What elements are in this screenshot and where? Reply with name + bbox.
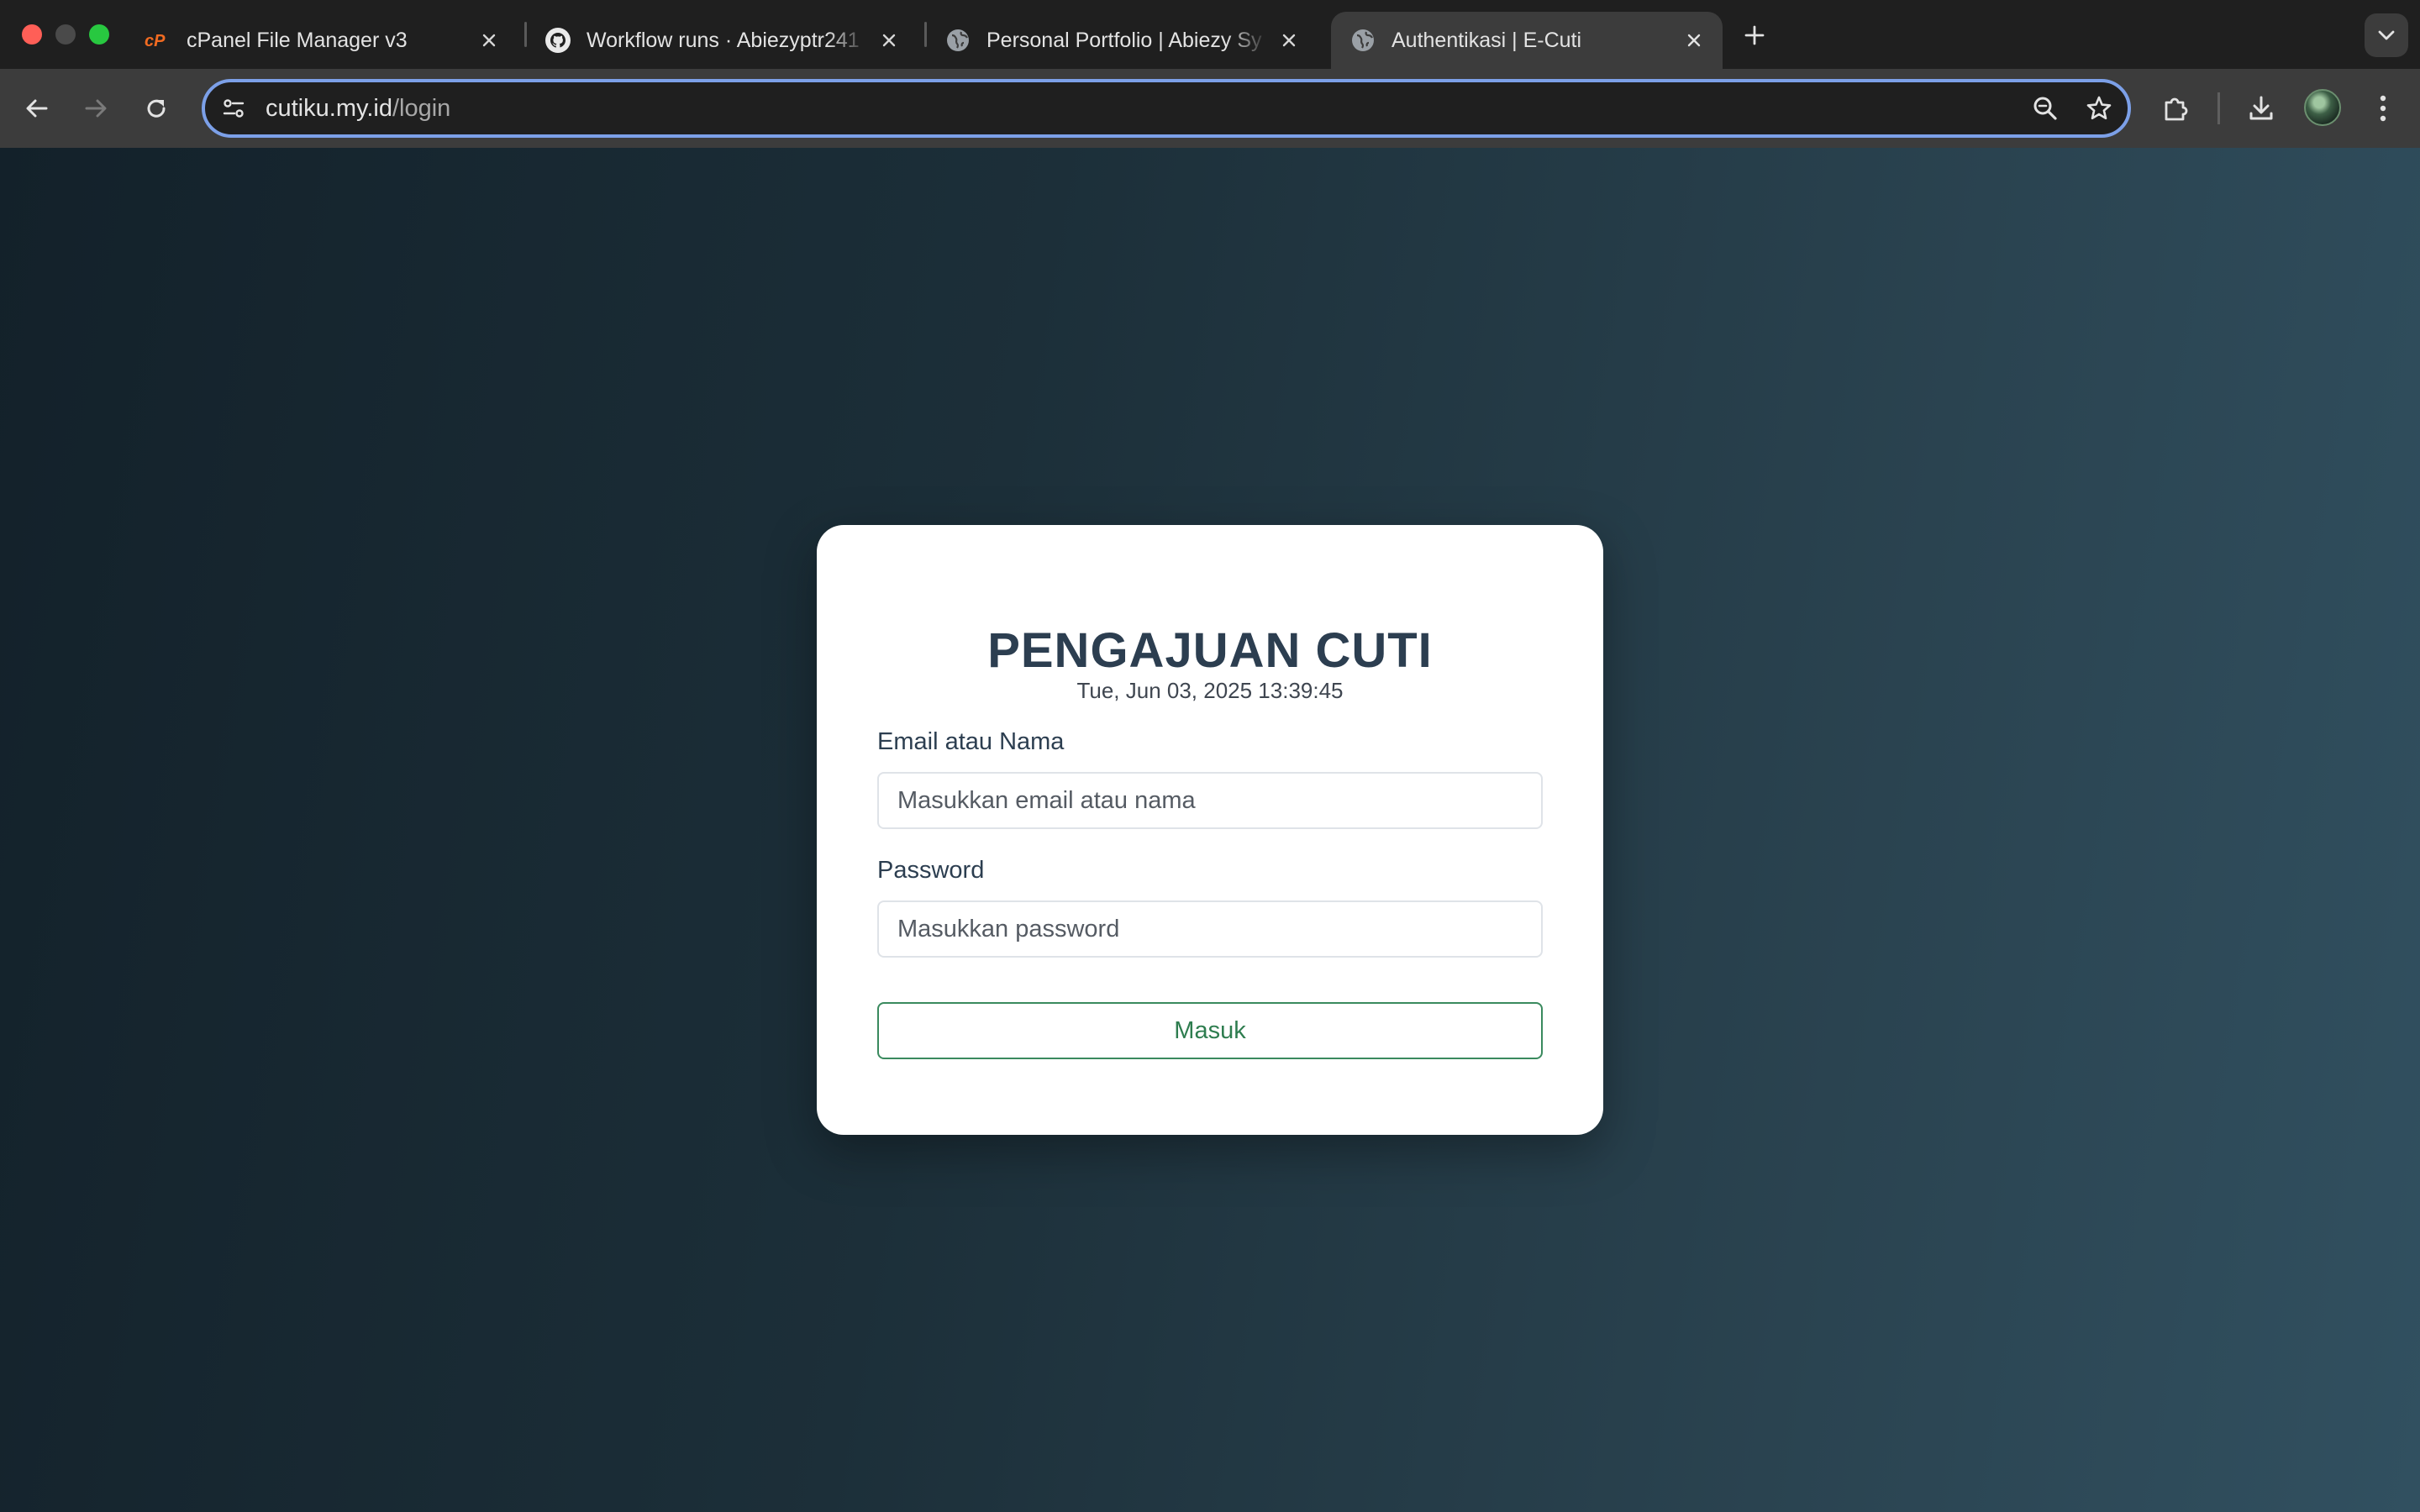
address-url: cutiku.my.id/login bbox=[266, 95, 450, 123]
reload-button[interactable] bbox=[133, 85, 180, 132]
arrow-left-icon bbox=[26, 99, 48, 118]
email-label: Email atau Nama bbox=[877, 728, 1065, 755]
github-icon bbox=[544, 27, 571, 54]
more-vertical-icon bbox=[2380, 95, 2386, 122]
browser-tab-ecuti[interactable]: Authentikasi | E-Cuti bbox=[1331, 12, 1723, 69]
bookmark-star-icon[interactable] bbox=[2081, 90, 2118, 127]
login-card: PENGAJUAN CUTI Tue, Jun 03, 2025 13:39:4… bbox=[817, 525, 1603, 1135]
zoom-icon[interactable] bbox=[2027, 90, 2064, 127]
plus-icon bbox=[1744, 25, 1765, 45]
password-input[interactable] bbox=[877, 900, 1543, 958]
page-title: PENGAJUAN CUTI bbox=[987, 623, 1433, 678]
browser-tab-github[interactable]: Workflow runs · Abiezyptr241 bbox=[526, 12, 918, 69]
browser-tab-portfolio[interactable]: Personal Portfolio | Abiezy Sy bbox=[926, 12, 1318, 69]
url-path: /login bbox=[392, 94, 451, 122]
site-info-icon[interactable] bbox=[217, 92, 250, 125]
tab-close-icon[interactable] bbox=[876, 27, 902, 54]
browser-menu-button[interactable] bbox=[2360, 85, 2407, 132]
tab-close-icon[interactable] bbox=[1276, 27, 1302, 54]
tab-search-button[interactable] bbox=[2365, 13, 2408, 57]
globe-icon bbox=[944, 27, 971, 54]
cpanel-icon: cP bbox=[145, 27, 171, 54]
tab-title: Personal Portfolio | Abiezy Sy bbox=[986, 28, 1262, 52]
arrow-right-icon bbox=[85, 99, 107, 118]
tab-title: Authentikasi | E-Cuti bbox=[1392, 28, 1582, 52]
browser-toolbar: cutiku.my.id/login bbox=[0, 69, 2420, 148]
tab-close-icon[interactable] bbox=[1681, 27, 1707, 54]
new-tab-button[interactable] bbox=[1738, 18, 1771, 52]
puzzle-icon bbox=[2165, 97, 2188, 121]
downloads-button[interactable] bbox=[2238, 85, 2285, 132]
address-bar[interactable]: cutiku.my.id/login bbox=[202, 79, 2131, 138]
browser-tab-strip: cP cPanel File Manager v3 Workflow runs … bbox=[0, 0, 2420, 69]
extensions-button[interactable] bbox=[2152, 85, 2199, 132]
email-input[interactable] bbox=[877, 772, 1543, 829]
page-viewport: PENGAJUAN CUTI Tue, Jun 03, 2025 13:39:4… bbox=[0, 148, 2420, 1512]
download-icon bbox=[2249, 96, 2273, 120]
window-close-button[interactable] bbox=[22, 24, 42, 45]
window-maximize-button[interactable] bbox=[89, 24, 109, 45]
tab-title: cPanel File Manager v3 bbox=[187, 28, 408, 52]
globe-icon bbox=[1349, 27, 1376, 54]
url-host: cutiku.my.id bbox=[266, 94, 392, 122]
tab-close-icon[interactable] bbox=[476, 27, 502, 54]
svg-text:cP: cP bbox=[145, 32, 166, 49]
toolbar-divider bbox=[2217, 92, 2220, 124]
profile-avatar[interactable] bbox=[2304, 89, 2341, 126]
password-label: Password bbox=[877, 857, 985, 884]
reload-icon bbox=[147, 99, 166, 118]
back-button[interactable] bbox=[13, 85, 60, 132]
tab-title: Workflow runs · Abiezyptr241 bbox=[587, 28, 860, 52]
browser-tab-cpanel[interactable]: cP cPanel File Manager v3 bbox=[126, 12, 518, 69]
forward-button[interactable] bbox=[72, 85, 119, 132]
window-minimize-button[interactable] bbox=[55, 24, 76, 45]
chevron-down-icon bbox=[2378, 30, 2395, 40]
login-button[interactable]: Masuk bbox=[877, 1002, 1543, 1059]
current-datetime: Tue, Jun 03, 2025 13:39:45 bbox=[1076, 678, 1344, 703]
